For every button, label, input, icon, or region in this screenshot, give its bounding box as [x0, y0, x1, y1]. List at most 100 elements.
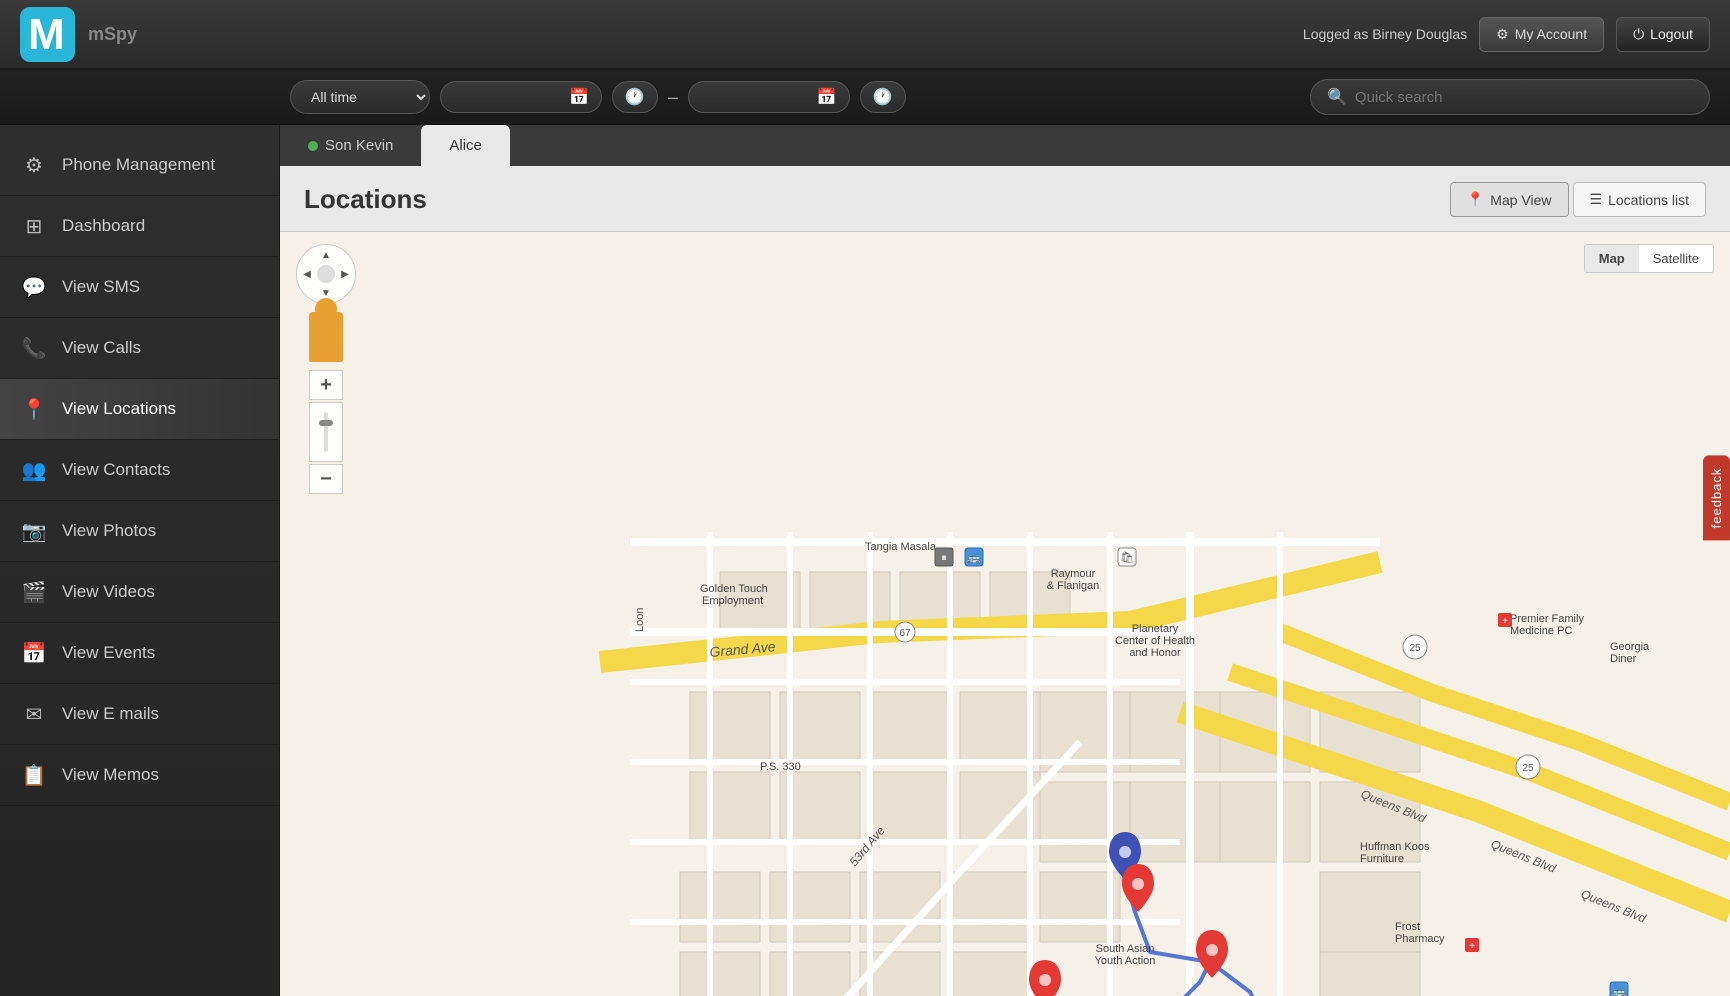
logo-text: mSpy — [88, 24, 137, 45]
header: M mSpy Logged as Birney Douglas ⚙ My Acc… — [0, 0, 1730, 70]
quick-search-bar[interactable]: 🔍 — [1310, 79, 1710, 115]
location-icon: 📍 — [20, 395, 48, 423]
map-svg: Grand Ave Queens Blvd Queens Blvd Queens… — [280, 232, 1730, 996]
svg-text:Loon: Loon — [634, 608, 646, 632]
toolbar: All time 📅 🕐 – 📅 🕐 🔍 — [0, 70, 1730, 125]
sidebar-label-phone-management: Phone Management — [62, 155, 215, 175]
sidebar-item-view-locations[interactable]: 📍 View Locations — [0, 379, 279, 440]
quick-search-input[interactable] — [1355, 89, 1693, 106]
calls-icon: 📞 — [20, 334, 48, 362]
sidebar-item-view-photos[interactable]: 📷 View Photos — [0, 501, 279, 562]
photos-icon: 📷 — [20, 517, 48, 545]
locations-list-button[interactable]: ☰ Locations list — [1573, 182, 1707, 217]
zoom-out-button[interactable]: − — [309, 464, 343, 494]
map-navigation: ▲ ◀ ▶ ▼ + — [296, 244, 356, 494]
map-canvas: Grand Ave Queens Blvd Queens Blvd Queens… — [280, 232, 1730, 996]
memos-icon: 📋 — [20, 761, 48, 789]
nav-left-button[interactable]: ◀ — [298, 265, 316, 283]
pegman-icon[interactable] — [309, 312, 343, 362]
svg-text:Medicine PC: Medicine PC — [1510, 625, 1572, 637]
svg-text:Center of Health: Center of Health — [1115, 635, 1195, 647]
nav-right-button[interactable]: ▶ — [336, 265, 354, 283]
tab-son-kevin-label: Son Kevin — [325, 137, 393, 154]
time-filter-select[interactable]: All time — [290, 80, 430, 114]
pin-red-3[interactable] — [1029, 960, 1061, 996]
nav-up-button[interactable]: ▲ — [317, 246, 335, 264]
sidebar-item-view-sms[interactable]: 💬 View SMS — [0, 257, 279, 318]
date-start-group: 📅 — [440, 81, 602, 113]
sidebar-item-view-memos[interactable]: 📋 View Memos — [0, 745, 279, 806]
sidebar-item-view-emails[interactable]: ✉ View E mails — [0, 684, 279, 745]
map-type-satellite-button[interactable]: Satellite — [1639, 245, 1713, 272]
date-separator: – — [668, 87, 678, 108]
pin-red-1[interactable] — [1122, 864, 1154, 912]
sidebar-label-view-photos: View Photos — [62, 521, 156, 541]
sidebar-label-dashboard: Dashboard — [62, 216, 145, 236]
svg-text:Employment: Employment — [702, 595, 763, 607]
videos-icon: 🎬 — [20, 578, 48, 606]
time-start-group: 🕐 — [612, 81, 658, 113]
date-end-input[interactable] — [701, 89, 811, 105]
sidebar-item-view-contacts[interactable]: 👥 View Contacts — [0, 440, 279, 501]
nav-circle: ▲ ◀ ▶ ▼ — [296, 244, 356, 304]
logout-button[interactable]: ⏻ Logout — [1616, 17, 1710, 52]
logged-as-text: Logged as Birney Douglas — [1303, 26, 1467, 42]
tab-bar: Son Kevin Alice — [280, 125, 1730, 166]
zoom-in-button[interactable]: + — [309, 370, 343, 400]
svg-text:and Honor: and Honor — [1129, 647, 1181, 659]
svg-text:25: 25 — [1522, 763, 1534, 774]
date-start-input[interactable] — [453, 89, 563, 105]
search-icon: 🔍 — [1327, 87, 1347, 107]
tab-alice-label: Alice — [449, 137, 482, 154]
locations-list-label: Locations list — [1608, 192, 1689, 208]
locations-title: Locations — [304, 184, 427, 215]
map-view-button[interactable]: 📍 Map View — [1450, 182, 1569, 217]
sidebar-label-view-calls: View Calls — [62, 338, 141, 358]
sidebar-item-view-calls[interactable]: 📞 View Calls — [0, 318, 279, 379]
map-view-label: Map View — [1490, 192, 1551, 208]
sidebar-label-view-locations: View Locations — [62, 399, 176, 419]
power-icon: ⏻ — [1633, 26, 1644, 43]
svg-text:67: 67 — [899, 628, 911, 639]
svg-text:Frost: Frost — [1395, 921, 1420, 933]
locations-controls: 📍 Map View ☰ Locations list — [1450, 182, 1706, 217]
dashboard-icon: ⊞ — [20, 212, 48, 240]
logout-label: Logout — [1650, 26, 1693, 42]
sidebar: ⚙ Phone Management ⊞ Dashboard 💬 View SM… — [0, 125, 280, 996]
svg-text:+: + — [1469, 941, 1475, 952]
svg-text:South Asian: South Asian — [1096, 943, 1155, 955]
sidebar-label-view-contacts: View Contacts — [62, 460, 170, 480]
time-end-group: 🕐 — [860, 81, 906, 113]
tab-son-kevin[interactable]: Son Kevin — [280, 125, 421, 166]
sidebar-item-view-events[interactable]: 📅 View Events — [0, 623, 279, 684]
svg-text:M: M — [28, 10, 65, 59]
sidebar-label-view-memos: View Memos — [62, 765, 159, 785]
logo-icon: M — [20, 7, 80, 62]
sidebar-label-view-sms: View SMS — [62, 277, 140, 297]
logo: M mSpy — [20, 7, 137, 62]
content-area: Son Kevin Alice Locations 📍 Map View ☰ L… — [280, 125, 1730, 996]
sidebar-item-dashboard[interactable]: ⊞ Dashboard — [0, 196, 279, 257]
sidebar-item-view-videos[interactable]: 🎬 View Videos — [0, 562, 279, 623]
sidebar-label-view-events: View Events — [62, 643, 155, 663]
svg-text:Raymour: Raymour — [1051, 568, 1096, 580]
tab-alice[interactable]: Alice — [421, 125, 510, 166]
map-type-buttons: Map Satellite — [1584, 244, 1714, 273]
list-icon: ☰ — [1590, 191, 1603, 208]
sidebar-item-phone-management[interactable]: ⚙ Phone Management — [0, 135, 279, 196]
clock-icon-end: 🕐 — [873, 87, 893, 107]
feedback-tab[interactable]: feedback — [1703, 456, 1730, 541]
svg-text:🛍: 🛍 — [1120, 551, 1134, 564]
svg-text:Tangia Masala: Tangia Masala — [865, 541, 937, 553]
sidebar-label-view-emails: View E mails — [62, 704, 159, 724]
map-type-map-button[interactable]: Map — [1585, 245, 1639, 272]
svg-text:P.S. 330: P.S. 330 — [760, 761, 801, 773]
map-area[interactable]: Grand Ave Queens Blvd Queens Blvd Queens… — [280, 232, 1730, 996]
my-account-button[interactable]: ⚙ My Account — [1479, 17, 1604, 52]
header-right: Logged as Birney Douglas ⚙ My Account ⏻ … — [1303, 17, 1710, 52]
svg-text:+: + — [1502, 616, 1508, 627]
svg-text:& Flanigan: & Flanigan — [1047, 580, 1100, 592]
svg-text:⏸: ⏸ — [941, 552, 947, 564]
svg-text:Premier Family: Premier Family — [1510, 613, 1584, 625]
online-indicator — [308, 141, 318, 151]
